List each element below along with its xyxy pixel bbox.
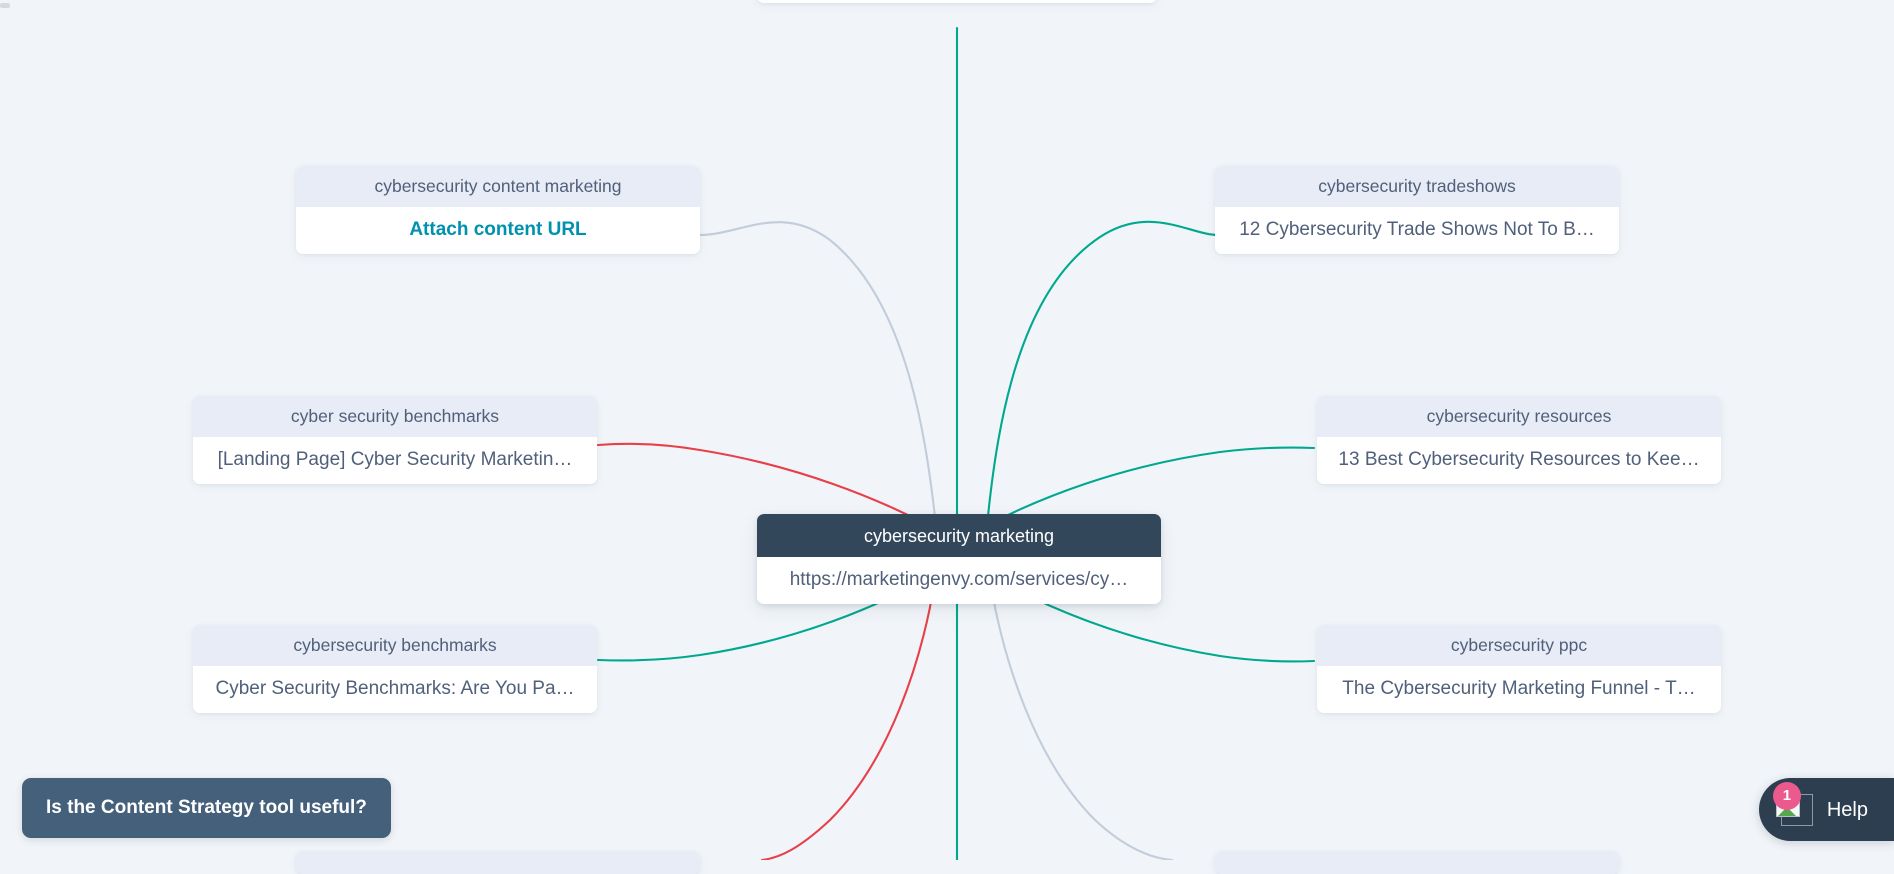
edge-center-to-bottom-right-partial (988, 578, 1174, 860)
node-cybersecurity-tradeshows[interactable]: cybersecurity tradeshows 12 Cybersecurit… (1215, 166, 1619, 254)
node-title: cybersecurity benchmarks (193, 625, 597, 666)
edge-center-to-content-marketing (698, 221, 937, 519)
help-icon-wrap: 1 (1772, 781, 1813, 826)
node-subtitle[interactable]: 13 Best Cybersecurity Resources to Kee… (1317, 436, 1721, 484)
node-subtitle[interactable]: 12 Cybersecurity Trade Shows Not To B… (1215, 206, 1619, 254)
survey-prompt-bubble[interactable]: Is the Content Strategy tool useful? (22, 778, 391, 838)
center-node[interactable]: cybersecurity marketing https://marketin… (757, 514, 1161, 604)
scrollbar-nub[interactable] (0, 3, 10, 8)
edge-center-to-tradeshows (986, 220, 1220, 518)
edge-center-to-bottom-left-partial (760, 578, 937, 860)
edge-center-to-resources (988, 446, 1316, 526)
center-node-url[interactable]: https://marketingenvy.com/services/cy… (757, 557, 1161, 604)
node-title (1215, 851, 1619, 874)
node-title: cybersecurity tradeshows (1215, 166, 1619, 207)
node-cyber-security-benchmarks[interactable]: cyber security benchmarks [Landing Page]… (193, 396, 597, 484)
node-title: cybersecurity content marketing (296, 166, 700, 207)
mindmap-canvas[interactable]: Top Cybersecurity Blogs You Should Foll…… (0, 0, 1894, 874)
node-cybersecurity-benchmarks[interactable]: cybersecurity benchmarks Cyber Security … (193, 625, 597, 713)
center-node-title: cybersecurity marketing (757, 514, 1161, 557)
node-bottom-left-partial[interactable] (296, 851, 700, 874)
survey-question: Is the Content Strategy tool useful? (46, 797, 367, 818)
node-cybersecurity-ppc[interactable]: cybersecurity ppc The Cybersecurity Mark… (1317, 625, 1721, 713)
help-button[interactable]: 1 Help (1758, 778, 1894, 841)
node-subtitle: Top Cybersecurity Blogs You Should Foll… (757, 0, 1157, 3)
node-title: cyber security benchmarks (193, 396, 597, 437)
node-cybersecurity-content-marketing[interactable]: cybersecurity content marketing Attach c… (296, 166, 700, 254)
node-subtitle[interactable]: The Cybersecurity Marketing Funnel - T… (1317, 665, 1721, 713)
node-top-cybersecurity-blogs[interactable]: Top Cybersecurity Blogs You Should Foll… (757, 0, 1157, 3)
attach-content-url-link[interactable]: Attach content URL (296, 206, 700, 254)
node-subtitle[interactable]: Cyber Security Benchmarks: Are You Pa… (193, 665, 597, 713)
node-title: cybersecurity ppc (1317, 625, 1721, 666)
node-subtitle[interactable]: [Landing Page] Cyber Security Marketin… (193, 436, 597, 484)
help-label: Help (1826, 798, 1868, 821)
help-notification-badge: 1 (1772, 781, 1801, 810)
node-bottom-right-partial[interactable] (1215, 851, 1619, 874)
node-title (296, 851, 700, 874)
node-title: cybersecurity resources (1317, 396, 1721, 437)
node-cybersecurity-resources[interactable]: cybersecurity resources 13 Best Cybersec… (1317, 396, 1721, 484)
